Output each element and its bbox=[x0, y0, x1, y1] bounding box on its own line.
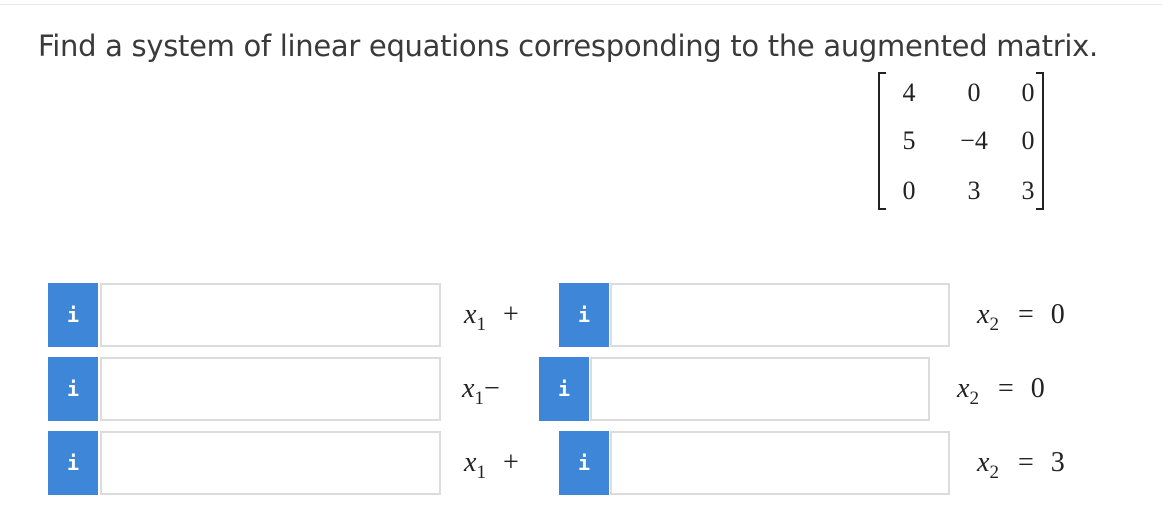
info-icon: i bbox=[66, 377, 80, 401]
info-icon: i bbox=[577, 303, 591, 327]
operator: + bbox=[502, 299, 519, 330]
info-icon: i bbox=[66, 303, 80, 327]
info-icon: i bbox=[66, 451, 80, 475]
matrix-cell-r3-c2: 3 bbox=[967, 176, 981, 205]
variable-x2-subscript: 2 bbox=[989, 314, 999, 335]
coefficient-x2-input-3[interactable] bbox=[610, 431, 950, 495]
info-button-2a[interactable]: i bbox=[48, 357, 98, 421]
top-divider bbox=[0, 4, 1162, 5]
equals-sign: = bbox=[1017, 299, 1034, 330]
coefficient-x1-input-1[interactable] bbox=[100, 283, 441, 347]
augmented-matrix: 4 0 0 5 −4 0 0 3 3 bbox=[878, 72, 1044, 210]
matrix-cell-r1-c3: 0 bbox=[1021, 78, 1035, 107]
info-button-2b[interactable]: i bbox=[539, 357, 589, 421]
variable-x1: x bbox=[464, 299, 477, 330]
equals-sign: = bbox=[1017, 447, 1034, 478]
term-x1-plus-1: x1 + bbox=[464, 283, 519, 350]
variable-x1-subscript: 1 bbox=[474, 388, 484, 409]
term-x1-minus-2: x1− bbox=[462, 357, 500, 424]
operator: − bbox=[483, 373, 500, 404]
coefficient-x2-input-1[interactable] bbox=[610, 283, 950, 347]
matrix-cell-r2-c1: 5 bbox=[902, 126, 916, 155]
matrix-cell-r1-c2: 0 bbox=[967, 78, 981, 107]
info-button-1a[interactable]: i bbox=[48, 283, 98, 347]
matrix-cell-r3-c1: 0 bbox=[902, 176, 916, 205]
info-button-3a[interactable]: i bbox=[48, 431, 98, 495]
matrix-cell-r2-c3: 0 bbox=[1021, 126, 1035, 155]
term-x1-plus-3: x1 + bbox=[464, 431, 519, 498]
info-button-1b[interactable]: i bbox=[559, 283, 609, 347]
variable-x1: x bbox=[462, 373, 475, 404]
variable-x1: x bbox=[464, 447, 477, 478]
matrix-left-bracket bbox=[878, 72, 886, 210]
rhs-value: 0 bbox=[1030, 373, 1045, 404]
term-x2-rhs-3: x2 = 3 bbox=[977, 431, 1065, 498]
matrix-cell-r1-c1: 4 bbox=[902, 78, 916, 107]
rhs-value: 3 bbox=[1050, 447, 1065, 478]
coefficient-x1-input-3[interactable] bbox=[100, 431, 441, 495]
term-x2-rhs-1: x2 = 0 bbox=[977, 283, 1065, 350]
term-x2-rhs-2: x2 = 0 bbox=[957, 357, 1045, 424]
equals-sign: = bbox=[997, 373, 1014, 404]
coefficient-x2-input-2[interactable] bbox=[590, 357, 930, 421]
question-text: Find a system of linear equations corres… bbox=[38, 29, 1098, 63]
info-button-3b[interactable]: i bbox=[559, 431, 609, 495]
info-icon: i bbox=[557, 377, 571, 401]
rhs-value: 0 bbox=[1050, 299, 1065, 330]
info-icon: i bbox=[577, 451, 591, 475]
coefficient-x1-input-2[interactable] bbox=[100, 357, 441, 421]
matrix-cell-r3-c3: 3 bbox=[1021, 176, 1035, 205]
variable-x1-subscript: 1 bbox=[476, 462, 486, 483]
variable-x2-subscript: 2 bbox=[989, 462, 999, 483]
matrix-cell-r2-c2: −4 bbox=[960, 126, 988, 155]
variable-x2: x bbox=[977, 447, 990, 478]
variable-x1-subscript: 1 bbox=[476, 314, 486, 335]
operator: + bbox=[502, 447, 519, 478]
variable-x2-subscript: 2 bbox=[969, 388, 979, 409]
variable-x2: x bbox=[957, 373, 970, 404]
variable-x2: x bbox=[977, 299, 990, 330]
